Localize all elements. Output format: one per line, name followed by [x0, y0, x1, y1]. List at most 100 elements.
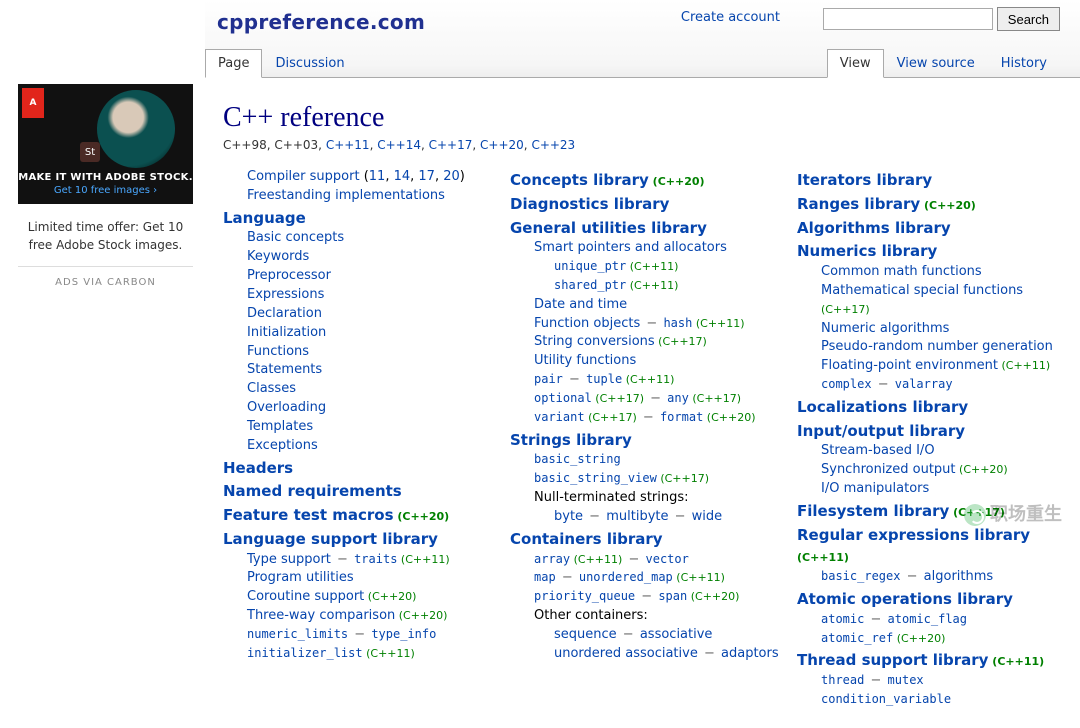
code-link[interactable]: mutex [888, 673, 924, 687]
link[interactable]: Thread support library [797, 651, 988, 669]
link[interactable]: Declaration [247, 306, 322, 321]
link[interactable]: Synchronized output [821, 462, 956, 477]
link[interactable]: sequence [554, 627, 617, 642]
link[interactable]: Algorithms library [797, 219, 951, 237]
link[interactable]: Feature test macros [223, 506, 394, 524]
link[interactable]: Program utilities [247, 570, 354, 585]
code-link[interactable]: complex [821, 377, 872, 391]
code-link[interactable]: optional [534, 391, 592, 405]
tab-view[interactable]: View [827, 49, 884, 78]
std-C++11[interactable]: C++11 [326, 138, 370, 152]
link[interactable]: Regular expressions library [797, 526, 1030, 544]
link[interactable]: Compiler support [247, 169, 360, 184]
code-link[interactable]: type_info [371, 627, 436, 641]
link[interactable]: Basic concepts [247, 230, 344, 245]
link[interactable]: Smart pointers and allocators [534, 240, 727, 255]
code-link[interactable]: unique_ptr [554, 259, 626, 273]
link[interactable]: Concepts library [510, 171, 649, 189]
code-link[interactable]: condition_variable [821, 692, 951, 706]
code-link[interactable]: hash [663, 316, 692, 330]
code-link[interactable]: unordered_map [579, 570, 673, 584]
site-title[interactable]: cppreference.com [217, 10, 425, 34]
code-link[interactable]: thread [821, 673, 864, 687]
link[interactable]: Common math functions [821, 264, 982, 279]
ad-text[interactable]: Limited time offer: Get 10 free Adobe St… [18, 218, 193, 254]
code-link[interactable]: vector [646, 552, 689, 566]
code-link[interactable]: shared_ptr [554, 278, 626, 292]
code-link[interactable]: atomic_flag [888, 612, 967, 626]
link[interactable]: Ranges library [797, 195, 920, 213]
link[interactable]: Keywords [247, 249, 309, 264]
link[interactable]: Coroutine support [247, 589, 364, 604]
link[interactable]: Input/output library [797, 422, 965, 440]
link[interactable]: byte [554, 509, 583, 524]
code-link[interactable]: atomic_ref [821, 631, 893, 645]
code-link[interactable]: basic_regex [821, 569, 900, 583]
code-link[interactable]: priority_queue [534, 589, 635, 603]
link[interactable]: Functions [247, 344, 309, 359]
std-C++17[interactable]: C++17 [429, 138, 473, 152]
link[interactable]: Language support library [223, 530, 438, 548]
link[interactable]: Expressions [247, 287, 324, 302]
code-link[interactable]: variant [534, 410, 585, 424]
link[interactable]: 14 [394, 169, 411, 184]
link[interactable]: multibyte [606, 509, 668, 524]
std-C++20[interactable]: C++20 [480, 138, 524, 152]
link[interactable]: Localizations library [797, 398, 968, 416]
link[interactable]: Language [223, 209, 306, 227]
link[interactable]: Iterators library [797, 171, 932, 189]
link[interactable]: Date and time [534, 297, 627, 312]
code-link[interactable]: basic_string [534, 452, 621, 466]
link[interactable]: 17 [418, 169, 435, 184]
search-input[interactable] [823, 8, 993, 30]
link[interactable]: Utility functions [534, 353, 636, 368]
code-link[interactable]: array [534, 552, 570, 566]
link[interactable]: Strings library [510, 431, 632, 449]
link[interactable]: Templates [247, 419, 313, 434]
link[interactable]: Filesystem library [797, 502, 949, 520]
tab-discussion[interactable]: Discussion [262, 49, 357, 78]
code-link[interactable]: traits [354, 552, 397, 566]
link[interactable]: Exceptions [247, 438, 318, 453]
link[interactable]: Preprocessor [247, 268, 331, 283]
link[interactable]: associative [640, 627, 713, 642]
std-C++23[interactable]: C++23 [531, 138, 575, 152]
link[interactable]: Floating-point environment [821, 358, 998, 373]
std-C++14[interactable]: C++14 [377, 138, 421, 152]
link[interactable]: 20 [443, 169, 460, 184]
code-link[interactable]: pair [534, 372, 563, 386]
link[interactable]: Function objects [534, 316, 640, 331]
link[interactable]: Diagnostics library [510, 195, 669, 213]
link[interactable]: unordered associative [554, 646, 698, 661]
link[interactable]: Statements [247, 362, 322, 377]
code-link[interactable]: numeric_limits [247, 627, 348, 641]
ad-image[interactable]: A St MAKE IT WITH ADOBE STOCK. Get 10 fr… [18, 84, 193, 204]
link[interactable]: String conversions [534, 334, 655, 349]
link[interactable]: General utilities library [510, 219, 707, 237]
link[interactable]: Freestanding implementations [247, 188, 445, 203]
link[interactable]: adaptors [721, 646, 779, 661]
code-link[interactable]: initializer_list [247, 646, 363, 660]
tab-view-source[interactable]: View source [884, 49, 988, 78]
link[interactable]: Named requirements [223, 482, 402, 500]
tab-history[interactable]: History [988, 49, 1060, 78]
tab-page[interactable]: Page [205, 49, 262, 78]
link[interactable]: Numeric algorithms [821, 321, 949, 336]
link[interactable]: Type support [247, 552, 331, 567]
link[interactable]: Classes [247, 381, 296, 396]
link[interactable]: Atomic operations library [797, 590, 1013, 608]
link[interactable]: wide [692, 509, 723, 524]
code-link[interactable]: format [660, 410, 703, 424]
link[interactable]: Mathematical special functions [821, 283, 1023, 298]
search-button[interactable]: Search [997, 7, 1060, 31]
link[interactable]: Three-way comparison [247, 608, 395, 623]
link[interactable]: Numerics library [797, 242, 937, 260]
code-link[interactable]: any [667, 391, 689, 405]
link[interactable]: 11 [369, 169, 386, 184]
link[interactable]: I/O manipulators [821, 481, 929, 496]
code-link[interactable]: valarray [895, 377, 953, 391]
link[interactable]: Containers library [510, 530, 663, 548]
ad-via[interactable]: ADS VIA CARBON [18, 266, 193, 288]
link[interactable]: Overloading [247, 400, 326, 415]
link[interactable]: Headers [223, 459, 293, 477]
